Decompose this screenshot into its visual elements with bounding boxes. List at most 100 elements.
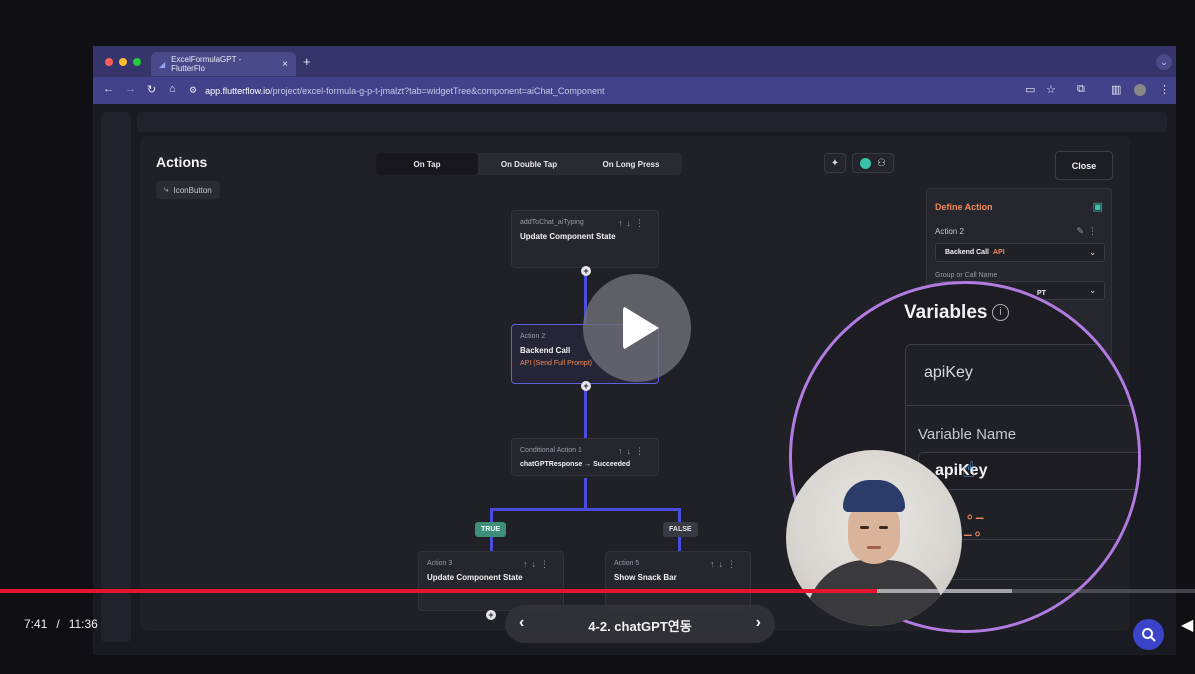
- presenter-cap: [843, 480, 905, 512]
- node-subtitle: Action 5: [614, 560, 640, 567]
- chevron-down-icon: ⌄: [1089, 286, 1096, 295]
- node-controls[interactable]: ↑↓⋮: [618, 218, 648, 229]
- action-node[interactable]: addToChat_aiTyping Update Component Stat…: [511, 210, 659, 268]
- chevron-down-icon[interactable]: ⌄: [1156, 54, 1172, 70]
- close-window-dot[interactable]: [105, 58, 113, 66]
- progress-bar[interactable]: [0, 589, 1195, 593]
- action-label: Action 2: [935, 227, 964, 236]
- node-controls[interactable]: ↑↓⋮: [618, 446, 648, 457]
- chapter-title: 4-2. chatGPT연동: [588, 619, 692, 634]
- video-frame[interactable]: ◢ ExcelFormulaGPT - FlutterFlo × + ⌄ ← →…: [93, 46, 1176, 655]
- more-menu-icon[interactable]: ⋮: [1159, 83, 1170, 96]
- node-subtitle: Conditional Action 1: [520, 447, 582, 454]
- time-separator: /: [56, 617, 60, 631]
- cast-icon[interactable]: ▭: [1025, 83, 1035, 96]
- url-path: /project/excel-formula-g-p-t-jmalzt?tab=…: [270, 85, 605, 96]
- search-icon[interactable]: [1133, 619, 1164, 650]
- close-button[interactable]: Close: [1055, 151, 1113, 180]
- maximize-window-dot[interactable]: [133, 58, 141, 66]
- address-bar[interactable]: ⚙ app.flutterflow.io/project/excel-formu…: [189, 81, 1049, 100]
- widget-chip[interactable]: ⤷ IconButton: [156, 181, 220, 199]
- new-tab-button[interactable]: +: [303, 54, 311, 69]
- tab-on-double-tap[interactable]: On Double Tap: [478, 153, 580, 175]
- home-icon[interactable]: ⌂: [169, 83, 176, 95]
- tab-title: ExcelFormulaGPT - FlutterFlo: [171, 55, 242, 73]
- webcam-overlay: [786, 450, 962, 626]
- panel-title: Define Action: [935, 202, 993, 212]
- flow-tools: ✦ ⚇: [824, 153, 894, 173]
- edit-more-icons[interactable]: ✎⋮: [1076, 226, 1101, 237]
- left-rail: [101, 112, 131, 642]
- current-time: 7:41: [24, 617, 48, 631]
- time-display: 7:41 / 11:36: [24, 617, 98, 631]
- variables-title: Variables: [904, 302, 988, 323]
- video-player[interactable]: ◢ ExcelFormulaGPT - FlutterFlo × + ⌄ ← →…: [0, 0, 1195, 674]
- action-node[interactable]: Action 3 Update Component State ↑↓⋮: [418, 551, 564, 611]
- trigger-tabs: On Tap On Double Tap On Long Press: [376, 153, 682, 175]
- browser-tabstrip: ◢ ExcelFormulaGPT - FlutterFlo × + ⌄: [93, 46, 1176, 77]
- play-button[interactable]: [583, 274, 691, 382]
- add-action-icon[interactable]: +: [581, 266, 591, 276]
- pointer-hand-icon: ☝: [962, 457, 976, 482]
- url-host: app.flutterflow.io: [205, 85, 271, 96]
- forward-icon[interactable]: →: [125, 83, 136, 95]
- save-template-icon[interactable]: ▣: [1093, 200, 1103, 213]
- true-badge: TRUE: [475, 522, 507, 537]
- add-action-icon[interactable]: +: [581, 381, 591, 391]
- minimize-window-dot[interactable]: [119, 58, 127, 66]
- ai-action-icon[interactable]: ✦: [824, 153, 846, 173]
- check-icon: [860, 157, 872, 169]
- info-icon[interactable]: i: [992, 304, 1009, 321]
- tab-on-long-press[interactable]: On Long Press: [580, 153, 682, 175]
- bug-icon: ⚇: [877, 157, 886, 169]
- conditional-node[interactable]: Conditional Action 1 chatGPTResponse → S…: [511, 438, 659, 476]
- next-chapter-icon[interactable]: ›: [756, 614, 761, 632]
- site-info-icon[interactable]: ⚙: [189, 85, 197, 96]
- back-icon[interactable]: ←: [103, 83, 114, 95]
- profile-avatar[interactable]: [1134, 84, 1146, 96]
- settings-sliders-icon[interactable]: ⚬‒ ‒⚬: [964, 509, 984, 543]
- progress-played: [0, 589, 878, 593]
- action-node[interactable]: Action 5 Show Snack Bar ↑↓⋮: [605, 551, 751, 611]
- reload-icon[interactable]: ↻: [147, 83, 156, 96]
- api-tag: API: [992, 249, 1005, 256]
- variable-name-label: Variable Name: [918, 426, 1017, 443]
- group-value: PT: [1037, 290, 1046, 297]
- connector: [584, 478, 587, 509]
- validation-tools[interactable]: ⚇: [852, 153, 894, 173]
- variable-name-input[interactable]: apiKey: [918, 452, 1138, 490]
- variable-key: apiKey: [924, 364, 973, 381]
- cursor-click-icon: ⤷: [164, 185, 169, 194]
- window-controls: [105, 58, 141, 66]
- tab-on-tap[interactable]: On Tap: [376, 153, 478, 175]
- widget-chip-label: IconButton: [173, 185, 212, 195]
- chapter-navigator: ‹ 4-2. chatGPT연동 ›: [505, 605, 775, 643]
- node-api-label: API (Send Full Prompt): [520, 360, 592, 367]
- node-controls[interactable]: ↑↓⋮: [523, 559, 553, 570]
- extensions-icon[interactable]: ⧉: [1077, 83, 1085, 96]
- duration: 11:36: [68, 617, 98, 631]
- flutterflow-icon: ◢: [159, 59, 166, 69]
- volume-icon[interactable]: ◀: [1181, 615, 1193, 635]
- play-icon: [623, 306, 659, 350]
- chevron-down-icon: ⌄: [1089, 248, 1096, 257]
- browser-tab[interactable]: ◢ ExcelFormulaGPT - FlutterFlo ×: [151, 52, 296, 76]
- node-title: chatGPTResponse → Succeeded: [520, 461, 631, 468]
- presenter-body: [806, 560, 946, 626]
- node-title: Backend Call: [520, 346, 571, 355]
- connector: [490, 508, 680, 511]
- bookmark-star-icon[interactable]: ☆: [1046, 83, 1056, 96]
- node-subtitle: addToChat_aiTyping: [520, 219, 584, 226]
- side-panel-icon[interactable]: ▥: [1111, 83, 1121, 96]
- node-title: Show Snack Bar: [614, 573, 677, 582]
- node-title: Update Component State: [427, 573, 523, 582]
- add-action-icon[interactable]: +: [486, 610, 496, 620]
- modal-title: Actions: [156, 154, 208, 170]
- node-controls[interactable]: ↑↓⋮: [710, 559, 740, 570]
- top-bar: [137, 112, 1167, 132]
- close-icon[interactable]: ✕: [1090, 595, 1098, 606]
- node-subtitle: Action 2: [520, 333, 546, 340]
- divider: [905, 405, 1138, 406]
- action-type-dropdown[interactable]: Backend Call API ⌄: [935, 243, 1105, 262]
- tab-close-icon[interactable]: ×: [282, 59, 288, 70]
